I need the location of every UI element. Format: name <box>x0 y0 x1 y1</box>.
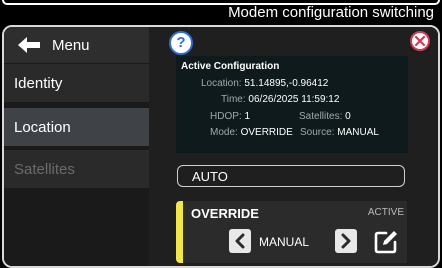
menu-label: Menu <box>52 36 90 54</box>
sidebar-item-label: Satellites <box>14 160 75 178</box>
caption-area: Modem configuration switching <box>0 0 442 22</box>
panel-title: Active Configuration <box>181 61 280 72</box>
chevron-left-icon <box>235 233 245 249</box>
satellites-row: Satellites: 0 <box>299 111 351 122</box>
mode-row: Mode: OVERRIDE <box>210 127 293 138</box>
sidebar: Menu Identity Location Satellites <box>4 27 149 266</box>
time-label: Time: <box>221 94 246 105</box>
mode-label: Mode: <box>210 127 238 138</box>
override-option-card[interactable]: OVERRIDE ACTIVE MANUAL <box>176 201 407 263</box>
previous-mode-button[interactable] <box>229 229 251 253</box>
location-row: Location: 51.14895,-0.96412 <box>201 78 328 89</box>
auto-option-button[interactable]: AUTO <box>177 165 405 187</box>
time-value: 06/26/2025 11:59:12 <box>248 94 340 105</box>
sidebar-item-label: Location <box>14 118 71 136</box>
back-arrow-icon <box>18 37 40 53</box>
location-value: 51.14895,-0.96412 <box>244 78 329 89</box>
chevron-right-icon <box>341 233 351 249</box>
mode-value: OVERRIDE <box>240 127 293 138</box>
help-icon[interactable]: ? <box>169 31 193 55</box>
satellites-value: 0 <box>345 111 351 122</box>
close-x-glyph <box>414 35 426 47</box>
main-panel: ? Active Configuration Location: 51.1489… <box>149 27 438 266</box>
source-row: Source: MANUAL <box>300 127 379 138</box>
time-row: Time: 06/26/2025 11:59:12 <box>221 94 339 105</box>
active-badge: ACTIVE <box>367 207 404 218</box>
sidebar-item-location[interactable]: Location <box>4 108 149 146</box>
hdop-row: HDOP: 1 <box>210 111 250 122</box>
menu-button[interactable]: Menu <box>4 27 149 63</box>
edit-icon[interactable] <box>373 229 399 255</box>
source-label: Source: <box>300 127 335 138</box>
sidebar-item-label: Identity <box>14 74 63 92</box>
override-title: OVERRIDE <box>191 206 259 221</box>
satellites-label: Satellites: <box>299 111 343 122</box>
source-value: MANUAL <box>337 127 379 138</box>
close-icon[interactable] <box>410 31 430 51</box>
edit-glyph <box>374 231 397 254</box>
location-label: Location: <box>201 78 242 89</box>
caption-text: Modem configuration switching <box>228 4 434 21</box>
hdop-value: 1 <box>244 111 251 122</box>
next-mode-button[interactable] <box>335 229 357 253</box>
auto-option-label: AUTO <box>192 168 228 184</box>
device-screen: Menu Identity Location Satellites ? Acti… <box>2 25 440 268</box>
override-mode-value: MANUAL <box>259 235 310 249</box>
hdop-label: HDOP: <box>210 111 242 122</box>
sidebar-item-satellites[interactable]: Satellites <box>4 150 149 188</box>
sidebar-item-identity[interactable]: Identity <box>4 64 149 102</box>
active-configuration-panel: Active Configuration Location: 51.14895,… <box>176 56 408 153</box>
